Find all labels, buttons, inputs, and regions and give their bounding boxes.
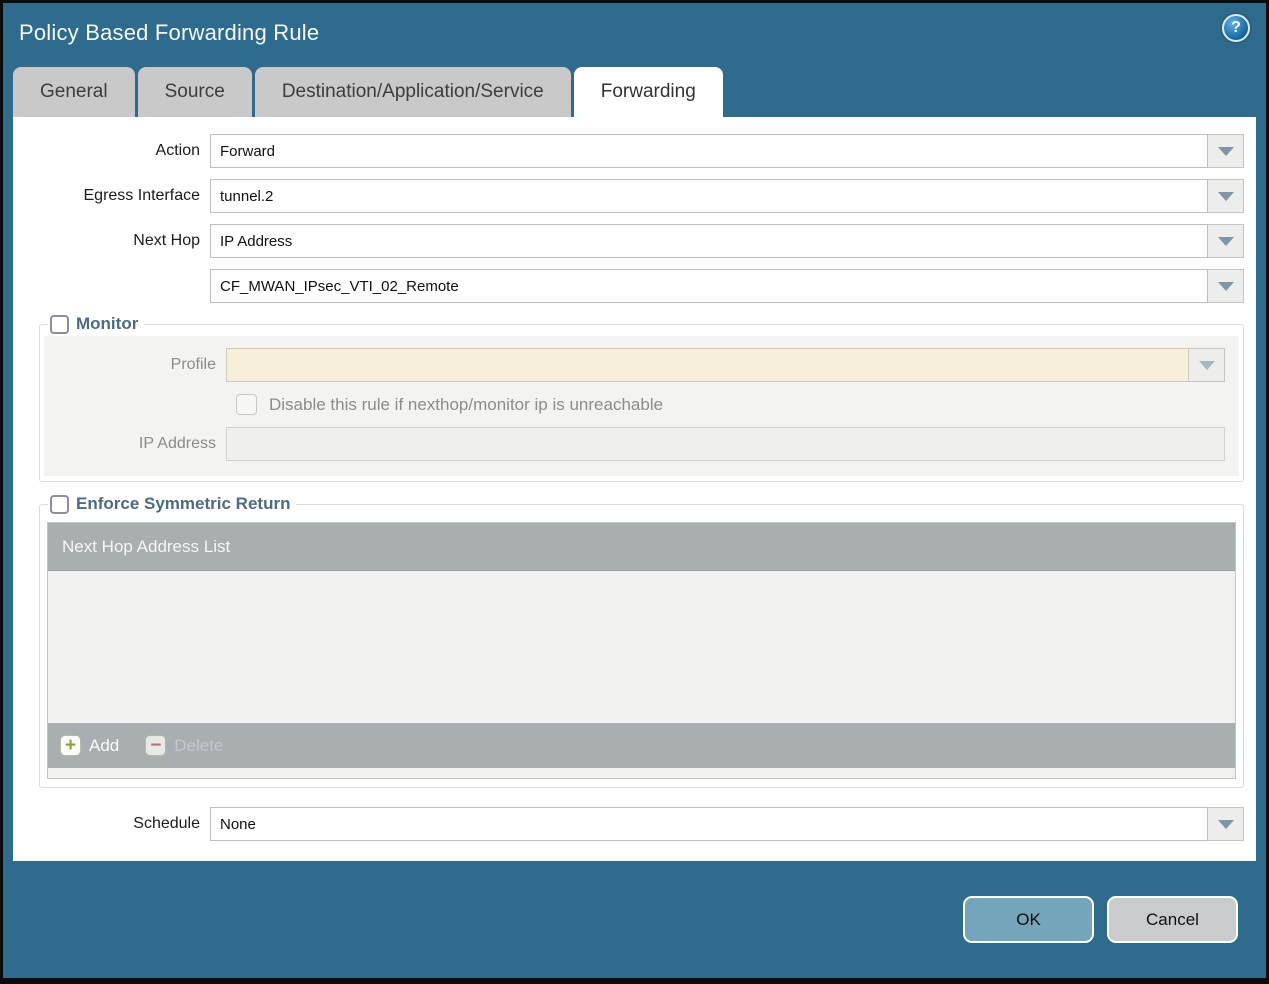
- tab-bar: General Source Destination/Application/S…: [3, 63, 1266, 117]
- chevron-down-icon: [1198, 360, 1215, 370]
- action-dropdown-button[interactable]: [1208, 134, 1244, 168]
- egress-interface-dropdown-button[interactable]: [1208, 179, 1244, 213]
- enforce-symmetric-return-legend: Enforce Symmetric Return: [48, 494, 296, 514]
- schedule-row: Schedule: [13, 807, 1244, 841]
- next-hop-address-list-scroll-strip: [48, 768, 1235, 778]
- profile-label: Profile: [170, 356, 216, 373]
- chevron-down-icon: [1217, 236, 1234, 246]
- egress-interface-label: Egress Interface: [83, 187, 201, 204]
- next-hop-type-select[interactable]: [210, 224, 1208, 258]
- forwarding-tab-panel: Action Egress Interface Next Hop: [13, 117, 1256, 861]
- next-hop-address-list-table: Next Hop Address List + Add − Delete: [47, 522, 1236, 779]
- schedule-select[interactable]: [210, 807, 1208, 841]
- monitor-ip-address-row: IP Address: [44, 427, 1225, 461]
- tab-destination-application-service[interactable]: Destination/Application/Service: [254, 67, 571, 117]
- disable-rule-label: Disable this rule if nexthop/monitor ip …: [269, 394, 664, 414]
- add-button-label: Add: [89, 735, 120, 755]
- next-hop-address-list-header-label: Next Hop Address List: [62, 536, 231, 556]
- next-hop-address-list-header: Next Hop Address List: [48, 523, 1235, 571]
- next-hop-address-list-body[interactable]: [48, 571, 1235, 723]
- chevron-down-icon: [1217, 146, 1234, 156]
- egress-interface-row: Egress Interface: [13, 179, 1244, 213]
- ok-button[interactable]: OK: [963, 896, 1094, 943]
- schedule-dropdown-button[interactable]: [1208, 807, 1244, 841]
- next-hop-address-dropdown-button[interactable]: [1208, 269, 1244, 303]
- delete-button-label: Delete: [174, 735, 224, 755]
- chevron-down-icon: [1217, 819, 1234, 829]
- chevron-down-icon: [1217, 191, 1234, 201]
- schedule-label: Schedule: [133, 815, 200, 832]
- profile-dropdown-button: [1189, 348, 1225, 382]
- monitor-section: Monitor Profile Disable this rule if nex…: [39, 314, 1244, 482]
- monitor-panel: Profile Disable this rule if nexthop/mon…: [44, 336, 1239, 476]
- policy-based-forwarding-dialog: Policy Based Forwarding Rule ? General S…: [0, 0, 1269, 984]
- minus-icon: −: [145, 735, 167, 756]
- profile-row: Profile: [44, 348, 1225, 382]
- dialog-titlebar: Policy Based Forwarding Rule ?: [3, 3, 1266, 63]
- tab-source[interactable]: Source: [137, 67, 252, 117]
- next-hop-address-select[interactable]: [210, 269, 1208, 303]
- action-select[interactable]: [210, 134, 1208, 168]
- disable-rule-row: Disable this rule if nexthop/monitor ip …: [236, 394, 1225, 415]
- next-hop-address-row: [13, 269, 1244, 303]
- monitor-legend-label: Monitor: [76, 314, 139, 333]
- help-icon[interactable]: ?: [1222, 14, 1250, 42]
- tab-forwarding[interactable]: Forwarding: [573, 67, 723, 117]
- enforce-symmetric-return-checkbox[interactable]: [50, 494, 69, 514]
- monitor-ip-address-label: IP Address: [138, 435, 216, 452]
- next-hop-label: Next Hop: [133, 232, 200, 249]
- delete-button: − Delete: [145, 735, 223, 756]
- monitor-legend: Monitor: [48, 314, 144, 334]
- next-hop-address-list-toolbar: + Add − Delete: [48, 723, 1235, 768]
- dialog-title: Policy Based Forwarding Rule: [19, 20, 320, 45]
- next-hop-row: Next Hop: [13, 224, 1244, 258]
- add-button[interactable]: + Add: [60, 735, 119, 756]
- enforce-symmetric-return-section: Enforce Symmetric Return Next Hop Addres…: [39, 494, 1244, 788]
- disable-rule-checkbox: [236, 394, 257, 415]
- action-row: Action: [13, 134, 1244, 168]
- monitor-checkbox[interactable]: [50, 314, 69, 334]
- tab-general[interactable]: General: [13, 67, 135, 117]
- monitor-ip-address-input: [226, 427, 1225, 461]
- enforce-symmetric-return-label: Enforce Symmetric Return: [76, 494, 291, 513]
- dialog-footer: OK Cancel: [3, 861, 1266, 978]
- egress-interface-select[interactable]: [210, 179, 1208, 213]
- cancel-button[interactable]: Cancel: [1107, 896, 1238, 943]
- profile-select: [226, 348, 1189, 382]
- next-hop-type-dropdown-button[interactable]: [1208, 224, 1244, 258]
- chevron-down-icon: [1217, 281, 1234, 291]
- action-label: Action: [155, 142, 200, 159]
- plus-icon: +: [60, 735, 81, 756]
